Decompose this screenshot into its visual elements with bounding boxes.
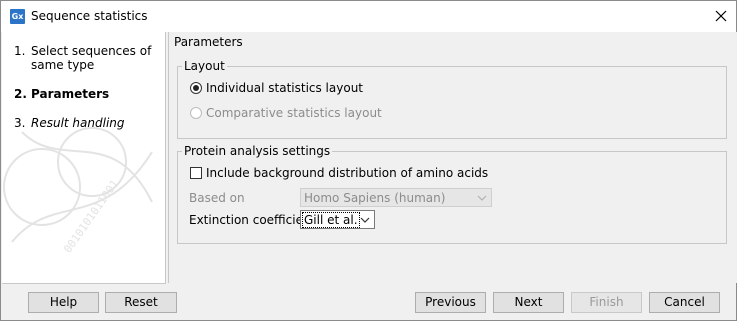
individual-layout-radio[interactable] — [190, 82, 202, 94]
include-background-label[interactable]: Include background distribution of amino… — [206, 166, 488, 180]
comparative-layout-label[interactable]: Comparative statistics layout — [206, 106, 382, 120]
reset-button[interactable]: Reset — [105, 292, 177, 313]
close-icon — [715, 10, 727, 22]
based-on-select[interactable]: Homo Sapiens (human) — [300, 188, 492, 207]
panel-title: Parameters — [174, 35, 243, 49]
protein-analysis-group: Protein analysis settings Include backgr… — [177, 144, 727, 244]
protein-analysis-legend: Protein analysis settings — [182, 144, 333, 158]
step-3-label: Result handling — [31, 116, 125, 130]
wizard-steps-panel: 0010101011001 1. Select sequences of sam… — [2, 32, 166, 284]
step-1-number: 1. — [14, 44, 26, 58]
title-bar: Gx Sequence statistics — [1, 1, 736, 32]
step-2-label: Parameters — [31, 87, 110, 101]
close-button[interactable] — [706, 1, 736, 32]
window-title: Sequence statistics — [31, 9, 148, 23]
layout-group: Layout Individual statistics layout Comp… — [177, 59, 727, 139]
button-bar: Help Reset Previous Next Finish Cancel — [1, 284, 736, 320]
step-1-label: Select sequences of same type — [31, 44, 152, 72]
finish-button[interactable]: Finish — [571, 292, 642, 313]
layout-legend: Layout — [182, 59, 227, 73]
individual-layout-label[interactable]: Individual statistics layout — [206, 81, 363, 95]
app-icon: Gx — [10, 9, 25, 24]
cancel-button[interactable]: Cancel — [649, 292, 720, 313]
chevron-down-icon — [477, 195, 487, 201]
parameters-panel: Parameters Layout Individual statistics … — [168, 32, 737, 283]
extinction-coefficients-select[interactable]: Gill et al. — [300, 210, 375, 229]
comparative-layout-radio[interactable] — [190, 107, 202, 119]
dialog-window: Gx Sequence statistics 0010101011001 1. … — [0, 0, 737, 321]
step-3-number: 3. — [14, 116, 26, 130]
based-on-label: Based on — [189, 191, 245, 205]
chevron-down-icon — [360, 217, 370, 223]
based-on-value: Homo Sapiens (human) — [304, 191, 446, 205]
include-background-checkbox[interactable] — [190, 167, 202, 179]
step-2-number: 2. — [14, 87, 27, 101]
radio-selected-dot — [193, 85, 199, 91]
extinction-coefficients-value: Gill et al. — [302, 212, 360, 228]
next-button[interactable]: Next — [493, 292, 564, 313]
help-button[interactable]: Help — [28, 292, 99, 313]
previous-button[interactable]: Previous — [415, 292, 486, 313]
